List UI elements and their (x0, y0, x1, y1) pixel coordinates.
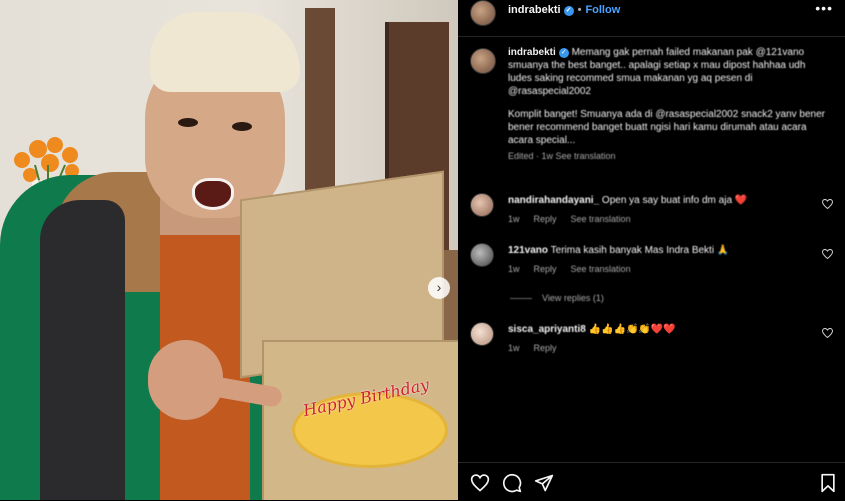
share-icon[interactable] (534, 473, 554, 493)
comment-meta: 1w Reply See translation (508, 213, 808, 226)
more-options-icon[interactable]: ••• (815, 0, 833, 16)
reply-button[interactable]: Reply (534, 264, 557, 274)
author-avatar[interactable] (470, 0, 496, 26)
comment-username[interactable]: 121vano (508, 245, 548, 256)
commenter-avatar[interactable] (470, 193, 494, 217)
comment-body: 121vano Terima kasih banyak Mas Indra Be… (508, 244, 808, 276)
comment-like-icon[interactable] (821, 198, 834, 212)
person-mouth (192, 178, 234, 210)
bookmark-icon[interactable] (819, 473, 839, 493)
backpack-strap (40, 200, 125, 500)
comment-username[interactable]: nandirahandayani_ (508, 195, 599, 206)
comment-meta: 1w Reply (508, 342, 808, 355)
view-replies-line (510, 298, 532, 300)
person-eye-right (232, 122, 252, 131)
comment-like-icon[interactable] (821, 327, 834, 341)
person-eye-left (178, 118, 198, 127)
comment-item: nandirahandayani_ Open ya say buat info … (470, 193, 845, 233)
view-replies-button[interactable]: View replies (1) (510, 293, 604, 303)
comment-time: 1w (508, 264, 520, 274)
caption-meta[interactable]: Edited · 1w See translation (508, 150, 830, 163)
post-photo[interactable]: Happy Birthday › (0, 0, 458, 500)
photo-doorframe (305, 8, 335, 198)
caption-body-2: Komplit banget! Smuanya ada di @rasaspec… (508, 109, 826, 146)
comment-body: sisca_apriyanti8 👍👍👍👏👏❤️❤️ 1w Reply (508, 323, 808, 355)
caption-text-block: indrabekti ✓ Memang gak pernah failed mak… (508, 46, 830, 163)
see-translation-link[interactable]: See translation (571, 264, 631, 274)
heart-icon[interactable] (470, 473, 490, 493)
verified-badge-icon: ✓ (558, 48, 569, 58)
commenter-avatar[interactable] (470, 322, 494, 346)
comment-body: nandirahandayani_ Open ya say buat info … (508, 194, 808, 226)
comment-text: 👍👍👍👏👏❤️❤️ (588, 324, 676, 335)
author-username[interactable]: indrabekti (508, 4, 561, 16)
post-action-bar (458, 462, 845, 501)
comment-item: 121vano Terima kasih banyak Mas Indra Be… (470, 243, 845, 283)
separator-dot: • (577, 4, 582, 16)
comment-icon[interactable] (502, 473, 522, 493)
comment-username[interactable]: sisca_apriyanti8 (508, 324, 586, 335)
post-details-panel: indrabekti ✓ • Follow ••• indrabekti ✓ Meman… (458, 0, 845, 500)
author-header-line: indrabekti ✓ • Follow (508, 4, 620, 16)
see-translation-link[interactable]: See translation (571, 214, 631, 224)
carousel-next-button[interactable]: › (428, 277, 450, 299)
reply-button[interactable]: Reply (534, 343, 557, 353)
comment-text: Open ya say buat info dm aja ❤️ (601, 195, 748, 206)
verified-badge-icon: ✓ (563, 6, 574, 16)
comment-time: 1w (508, 343, 520, 353)
comment-time: 1w (508, 214, 520, 224)
caption-username[interactable]: indrabekti (508, 47, 556, 58)
comment-item: sisca_apriyanti8 👍👍👍👏👏❤️❤️ 1w Reply (470, 322, 845, 362)
post-header: indrabekti ✓ • Follow ••• (458, 0, 845, 37)
follow-button[interactable]: Follow (585, 4, 620, 16)
comment-meta: 1w Reply See translation (508, 263, 808, 276)
comment-like-icon[interactable] (821, 248, 834, 262)
view-replies-label: View replies (1) (542, 293, 604, 303)
caption-avatar[interactable] (470, 48, 496, 74)
reply-button[interactable]: Reply (534, 214, 557, 224)
comment-text: Terima kasih banyak Mas Indra Bekti 🙏 (550, 245, 730, 256)
commenter-avatar[interactable] (470, 243, 494, 267)
